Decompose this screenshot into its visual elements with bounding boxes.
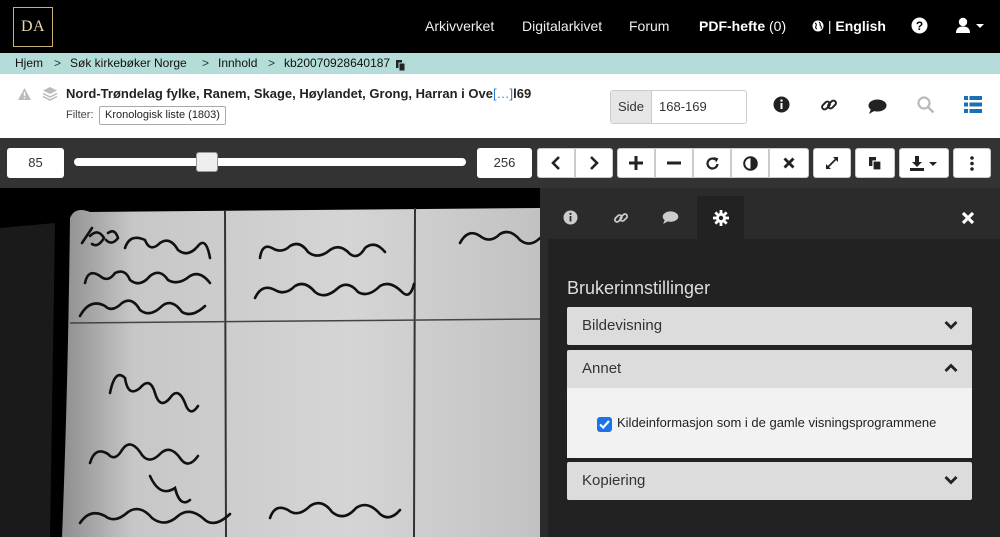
chevron-down-icon: [944, 476, 958, 485]
nav-link-forum[interactable]: Forum: [629, 0, 669, 53]
checkmark-icon: [599, 420, 610, 430]
nav-link-arkivverket[interactable]: Arkivverket: [425, 0, 494, 53]
pdf-hefte-label: PDF-hefte: [699, 18, 766, 34]
scanned-page-image[interactable]: [0, 188, 540, 537]
breadcrumb-item-current: kb20070928640187: [284, 56, 391, 70]
contrast-button[interactable]: [731, 148, 769, 178]
fullscreen-button[interactable]: [813, 148, 851, 178]
accordion-label: Bildevisning: [582, 317, 663, 334]
zoom-slider-handle[interactable]: [196, 152, 219, 172]
tab-settings[interactable]: [697, 196, 744, 239]
language-switch[interactable]: | English: [812, 0, 886, 53]
reset-button[interactable]: [769, 148, 809, 178]
zoom-slider-track[interactable]: [74, 158, 466, 166]
link-icon: [613, 212, 628, 223]
nav-link-pdf-hefte[interactable]: PDF-hefte (0): [699, 0, 786, 53]
filter-label: Filter:: [66, 109, 94, 121]
comment-icon: [662, 211, 679, 224]
info-icon[interactable]: [773, 96, 790, 118]
settings-title: Brukerinnstillinger: [567, 278, 711, 298]
help-icon[interactable]: ?: [911, 17, 928, 39]
contrast-icon: [742, 155, 758, 171]
minus-icon: [667, 161, 681, 165]
accordion-kopiering[interactable]: Kopiering: [567, 462, 972, 500]
download-button[interactable]: [899, 148, 949, 178]
zoom-out-button[interactable]: [655, 148, 693, 178]
breadcrumb-separator: >: [268, 56, 276, 70]
next-page-button[interactable]: [575, 148, 613, 178]
tab-info[interactable]: [547, 196, 594, 239]
search-icon[interactable]: [917, 96, 935, 119]
breadcrumb-separator: >: [54, 56, 62, 70]
language-label: English: [835, 18, 886, 34]
expand-icon: [826, 157, 838, 169]
rotate-button[interactable]: [693, 148, 731, 178]
chevron-left-icon: [551, 156, 560, 170]
settings-panel: Brukerinnstillinger Bildevisning Annet K…: [540, 188, 1000, 537]
layers-icon: [42, 86, 58, 106]
legacy-source-info-label[interactable]: Kildeinformasjon som i de gamle visnings…: [617, 415, 936, 430]
breadcrumb-item-innhold[interactable]: Innhold: [218, 53, 257, 74]
globe-icon: [812, 20, 824, 32]
previous-page-button[interactable]: [537, 148, 575, 178]
page-number-label: Side: [611, 91, 652, 123]
download-icon: [910, 155, 937, 171]
tab-comments[interactable]: [647, 196, 694, 239]
filter-badge[interactable]: Kronologisk liste (1803): [99, 106, 226, 125]
close-icon: [783, 157, 795, 169]
pdf-hefte-count: (0): [769, 18, 787, 34]
copy-image-button[interactable]: [855, 148, 895, 178]
link-icon[interactable]: [820, 96, 838, 119]
user-menu-icon[interactable]: [955, 17, 987, 39]
breadcrumb-item-sok-kirkeboker[interactable]: Søk kirkebøker Norge: [70, 53, 187, 74]
accordion-bildevisning[interactable]: Bildevisning: [567, 307, 972, 345]
close-icon: [961, 211, 974, 224]
accordion-annet[interactable]: Annet: [567, 350, 972, 388]
language-separator: |: [827, 18, 832, 34]
tab-link[interactable]: [597, 196, 644, 239]
comment-icon[interactable]: [868, 99, 887, 119]
page-number-field[interactable]: Side 168-169: [610, 90, 747, 124]
page-number-input[interactable]: 168-169: [659, 91, 707, 123]
legacy-source-info-checkbox[interactable]: [597, 417, 612, 432]
copy-icon: [869, 156, 882, 171]
nav-link-digitalarkivet[interactable]: Digitalarkivet: [522, 0, 602, 53]
zoom-max-value[interactable]: 256: [477, 148, 532, 178]
accordion-label: Annet: [582, 360, 622, 377]
info-icon: [563, 210, 578, 225]
breadcrumb-separator: >: [202, 56, 210, 70]
page-title-text: Nord-Trøndelag fylke, Ranem, Skage, Høyl…: [66, 86, 493, 101]
warning-icon: [17, 87, 32, 106]
list-view-icon[interactable]: [964, 96, 982, 118]
chevron-up-icon: [944, 363, 958, 372]
document-image-viewer[interactable]: [0, 188, 540, 537]
chevron-down-icon: [944, 321, 958, 330]
digitalarkivet-logo[interactable]: DA: [13, 7, 53, 47]
page-title: Nord-Trøndelag fylke, Ranem, Skage, Høyl…: [66, 86, 531, 101]
accordion-label: Kopiering: [582, 472, 646, 489]
plus-icon: [629, 156, 643, 170]
rotate-icon: [705, 156, 719, 170]
close-panel-button[interactable]: [944, 196, 991, 239]
gear-icon: [712, 209, 729, 226]
breadcrumb: Hjem > Søk kirkebøker Norge > Innhold > …: [0, 53, 1000, 74]
document-header: Nord-Trøndelag fylke, Ranem, Skage, Høyl…: [0, 74, 1000, 138]
more-options-button[interactable]: [953, 148, 991, 178]
title-expand-link[interactable]: […]: [493, 86, 513, 101]
panel-tabs: [540, 188, 1000, 239]
vertical-ellipsis-icon: [970, 155, 974, 171]
svg-text:?: ?: [916, 19, 923, 33]
zoom-min-value[interactable]: 85: [7, 148, 64, 178]
page-title-end: l69: [513, 86, 532, 101]
top-navbar: DA Arkivverket Digitalarkivet Forum PDF-…: [0, 0, 1000, 53]
zoom-in-button[interactable]: [617, 148, 655, 178]
chevron-right-icon: [590, 156, 599, 170]
breadcrumb-item-hjem[interactable]: Hjem: [15, 53, 43, 74]
accordion-annet-content: Kildeinformasjon som i de gamle visnings…: [567, 388, 972, 458]
